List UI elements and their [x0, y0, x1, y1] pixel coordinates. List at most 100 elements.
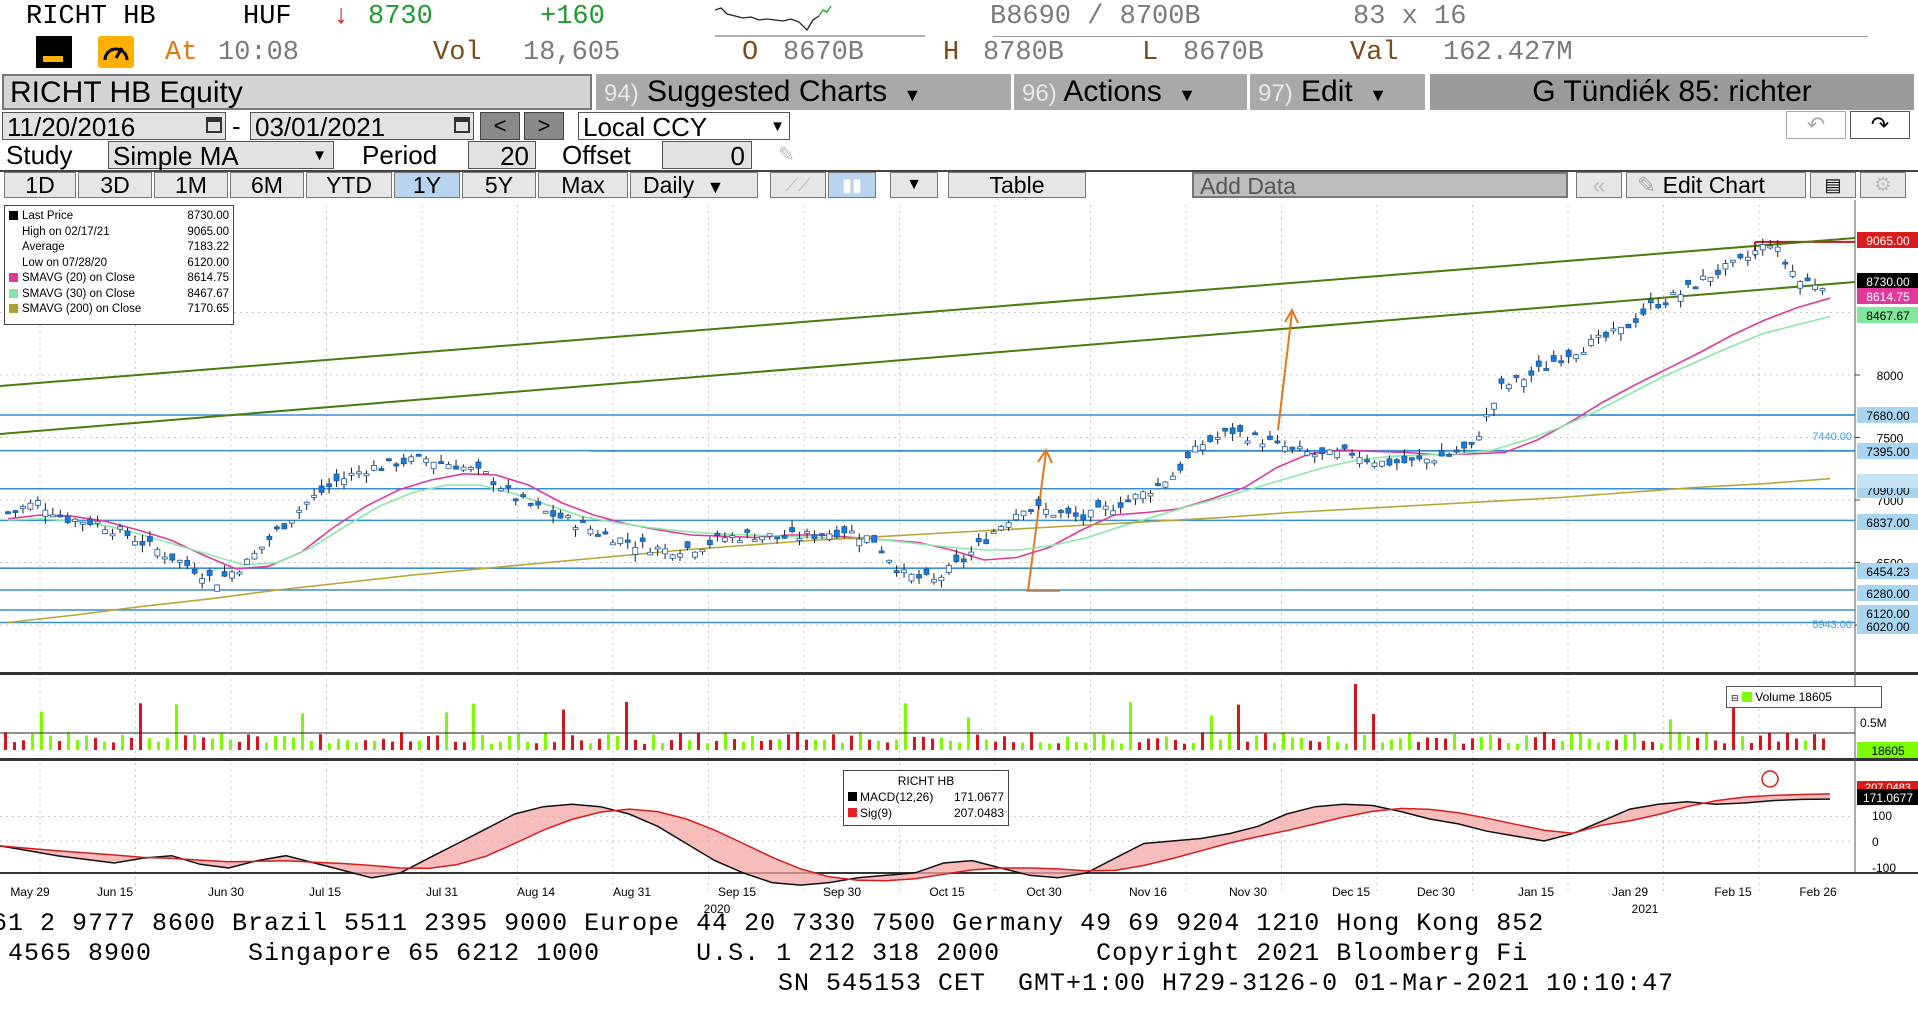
candle: [1416, 455, 1423, 460]
candle-chart-button[interactable]: ▮▮: [828, 172, 876, 198]
actions-menu[interactable]: 96) Actions ▼: [1014, 74, 1250, 110]
security-field[interactable]: RICHT HB Equity: [2, 74, 592, 110]
candle: [1252, 432, 1258, 436]
volume-bar: [346, 740, 349, 750]
start-date-input[interactable]: 11/20/2016: [2, 112, 226, 141]
volume-bar: [670, 740, 673, 750]
volume-bar: [679, 732, 682, 750]
candle: [1296, 446, 1303, 450]
table-button[interactable]: Table: [948, 172, 1086, 198]
candle: [639, 537, 646, 542]
candle: [124, 530, 131, 537]
volume-bar: [805, 739, 808, 750]
volume-bar: [1390, 739, 1393, 750]
candle: [878, 550, 885, 554]
price-tag-label: 9065.00: [1866, 234, 1910, 248]
volume-bar: [1381, 742, 1384, 750]
candle: [1356, 457, 1363, 465]
tab-3d[interactable]: 3D: [78, 172, 152, 198]
x-axis-label: Aug 31: [613, 885, 651, 899]
tab-1y[interactable]: 1Y: [394, 172, 460, 198]
candle: [57, 514, 64, 518]
period-input[interactable]: 20: [468, 141, 536, 170]
candle: [348, 472, 355, 476]
volume-bar: [1282, 733, 1285, 750]
volume-bar: [274, 736, 277, 750]
line-chart-button[interactable]: ⟋⟋: [770, 172, 826, 198]
tab-1d[interactable]: 1D: [4, 172, 76, 198]
tab-max[interactable]: Max: [538, 172, 628, 198]
macd-legend-value: 171.0677: [953, 790, 1004, 804]
volume-bar: [1138, 742, 1141, 750]
x-axis-label: Oct 15: [929, 885, 965, 899]
x-axis-label: Sep 30: [823, 885, 861, 899]
end-date-input[interactable]: 03/01/2021: [250, 112, 474, 141]
offset-input[interactable]: 0: [662, 141, 752, 170]
suggested-charts-menu[interactable]: 94) Suggested Charts ▼: [596, 74, 1014, 110]
candle: [1737, 254, 1744, 259]
tab-6m[interactable]: 6M: [230, 172, 304, 198]
monitor-icon[interactable]: [36, 36, 72, 68]
collapse-left-button[interactable]: «: [1576, 172, 1622, 198]
candle: [1461, 441, 1468, 449]
volume-bar: [1606, 740, 1609, 750]
legend-label: SMAVG (20) on Close: [22, 272, 135, 284]
candle: [1043, 509, 1049, 515]
speedometer-icon[interactable]: [98, 36, 134, 68]
candle: [871, 535, 878, 543]
candle: [1072, 512, 1079, 517]
candle: [1147, 492, 1154, 497]
volume-bar: [841, 742, 844, 750]
volume-bar: [1039, 742, 1042, 750]
gear-icon[interactable]: ⚙: [1860, 172, 1906, 198]
volume-bar: [913, 736, 916, 750]
tab-1m[interactable]: 1M: [154, 172, 228, 198]
volume-bar: [535, 743, 538, 750]
candle: [1394, 459, 1400, 464]
volume-bar: [1471, 738, 1474, 750]
bid-ask: B8690 / 8700B: [990, 2, 1201, 32]
currency-select[interactable]: Local CCY ▼: [578, 112, 790, 141]
legend-value: 9065.00: [187, 225, 229, 238]
candle: [1707, 276, 1714, 282]
chart-list-icon[interactable]: ▤: [1810, 172, 1856, 198]
candle: [5, 511, 11, 515]
candle: [953, 554, 960, 563]
study-select[interactable]: Simple MA ▼: [108, 141, 334, 170]
candle: [356, 471, 362, 475]
candle: [1005, 522, 1012, 528]
macd-legend[interactable]: RICHT HB MACD(12,26) 171.0677 Sig(9) 207…: [843, 770, 1009, 826]
price-tag-label: 7395.00: [1866, 445, 1910, 459]
moving-average-line: [7, 297, 1831, 570]
chart-type-dropdown[interactable]: ▼: [890, 172, 938, 198]
volume-bar: [1453, 734, 1456, 750]
redo-button[interactable]: ↷: [1850, 111, 1910, 139]
volume-bar: [1723, 743, 1726, 750]
volume-legend[interactable]: ⊟ Volume 18605: [1726, 686, 1882, 708]
suggested-number: 94): [604, 80, 639, 107]
volume-bar: [1516, 743, 1519, 750]
add-data-input[interactable]: Add Data: [1192, 172, 1568, 198]
chart-legend[interactable]: Last Price 8730.00 High on 02/17/21 9065.00…: [4, 205, 234, 325]
tab-ytd[interactable]: YTD: [306, 172, 392, 198]
macd-tag-label: 171.0677: [1863, 791, 1913, 805]
volume-bar: [634, 739, 637, 750]
pencil-icon[interactable]: ✎: [778, 145, 812, 165]
edit-chart-button[interactable]: ✎ Edit Chart: [1626, 172, 1806, 198]
candle: [1700, 275, 1706, 281]
edit-menu[interactable]: 97) Edit ▼: [1250, 74, 1428, 110]
next-period-button[interactable]: >: [524, 112, 564, 140]
calendar-icon[interactable]: [454, 117, 470, 133]
volume-bar: [1777, 741, 1780, 750]
previous-period-button[interactable]: <: [480, 112, 520, 140]
candle: [848, 530, 855, 534]
candle: [1274, 440, 1281, 444]
candle: [1513, 375, 1520, 378]
frequency-select[interactable]: Daily ▼: [630, 172, 758, 198]
candle: [624, 539, 631, 543]
candle: [699, 548, 706, 553]
tab-5y[interactable]: 5Y: [462, 172, 536, 198]
chevron-down-icon: ▼: [770, 118, 785, 135]
calendar-icon[interactable]: [206, 117, 222, 133]
undo-button[interactable]: ↶: [1786, 111, 1846, 139]
